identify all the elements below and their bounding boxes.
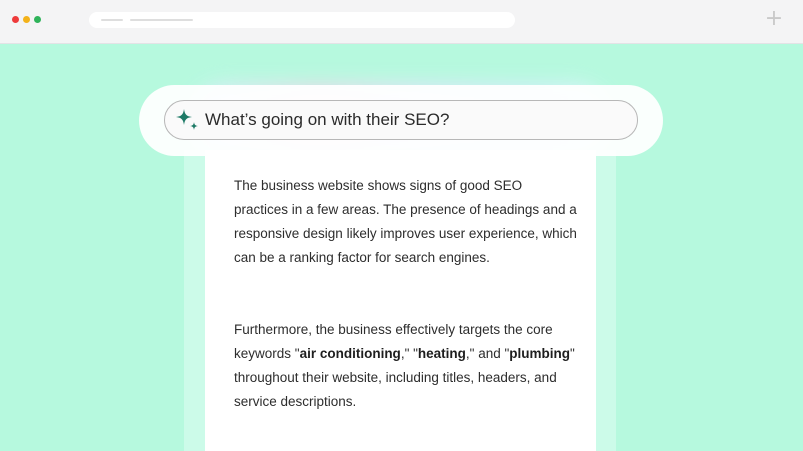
minimize-window-button[interactable] bbox=[23, 16, 30, 23]
search-query-text: What’s going on with their SEO? bbox=[205, 110, 450, 129]
browser-toolbar: + bbox=[0, 0, 803, 44]
sparkle-icon bbox=[173, 107, 201, 135]
answer-card: The business website shows signs of good… bbox=[205, 150, 596, 451]
keyword-heating: heating bbox=[417, 346, 466, 361]
search-input[interactable]: What’s going on with their SEO? bbox=[164, 100, 638, 140]
keyword-separator: ," and " bbox=[465, 346, 510, 361]
answer-paragraph-2: Furthermore, the business effectively ta… bbox=[234, 318, 579, 414]
address-placeholder-line bbox=[130, 19, 193, 21]
maximize-window-button[interactable] bbox=[34, 16, 41, 23]
address-bar[interactable] bbox=[89, 12, 515, 28]
keyword-air-conditioning: air conditioning bbox=[299, 346, 401, 361]
close-window-button[interactable] bbox=[12, 16, 19, 23]
address-placeholder-line bbox=[101, 19, 123, 21]
keyword-separator: ," " bbox=[400, 346, 418, 361]
answer-paragraph-1: The business website shows signs of good… bbox=[234, 178, 577, 265]
plus-icon[interactable]: + bbox=[764, 8, 784, 30]
keyword-plumbing: plumbing bbox=[509, 346, 571, 361]
